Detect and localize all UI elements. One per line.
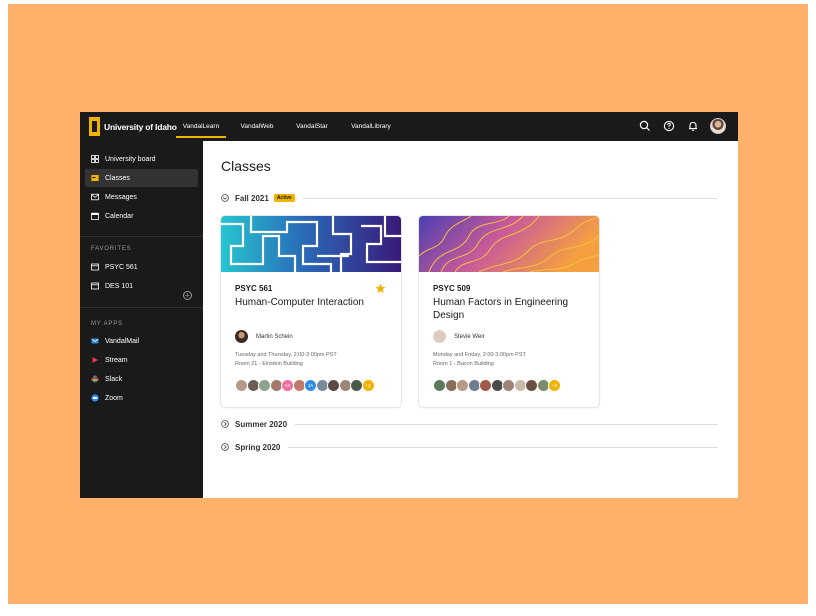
logo-text: University of Idaho <box>104 121 177 132</box>
sidebar-app-stream[interactable]: Stream <box>85 351 198 369</box>
schedule-room: Room 1 - Bacon Building <box>433 361 494 367</box>
instructor-name: Martin Schein <box>256 333 293 340</box>
schedule: Tuesday and Thursday, 2:00-3:00pm PST Ro… <box>235 351 337 369</box>
sidebar-item-label: PSYC 561 <box>105 263 138 271</box>
instructor-name: Stevie Weir <box>454 333 485 340</box>
sidebar-item-label: Zoom <box>105 394 123 402</box>
tab-vandalstar[interactable]: VandalStar <box>294 112 330 141</box>
section-divider <box>302 197 717 199</box>
classes-icon <box>91 175 99 181</box>
instructor-avatar <box>433 330 446 343</box>
sidebar-item-label: Classes <box>105 174 130 182</box>
more-participants-badge[interactable]: +3 <box>548 379 561 392</box>
section-fall-2021[interactable]: Fall 2021 Active <box>221 191 717 205</box>
window-icon <box>91 282 99 290</box>
help-icon[interactable] <box>663 120 675 132</box>
page-title: Classes <box>221 158 271 174</box>
sidebar-item-label: Slack <box>105 375 123 383</box>
user-avatar[interactable] <box>710 118 726 134</box>
more-participants-badge[interactable]: +3 <box>361 379 375 392</box>
sidebar-item-label: VandalMail <box>105 337 140 345</box>
instructor: Martin Schein <box>235 330 293 343</box>
sidebar-app-slack[interactable]: Slack <box>85 370 198 388</box>
section-spring-2020[interactable]: Spring 2020 <box>221 440 717 454</box>
schedule-time: Monday and Friday, 2:00-3:00pm PST <box>433 352 526 358</box>
bell-icon[interactable] <box>687 120 699 132</box>
status-badge: Active <box>273 194 295 202</box>
sidebar-divider <box>80 307 203 308</box>
card-banner-pattern <box>221 216 401 272</box>
calendar-icon <box>91 212 99 220</box>
tab-vandallibrary[interactable]: VandalLibrary <box>348 112 394 141</box>
sidebar-item-psyc561[interactable]: PSYC 561 <box>85 258 198 276</box>
sidebar-app-zoom[interactable]: Zoom <box>85 389 198 407</box>
sidebar-item-classes[interactable]: Classes <box>85 169 198 187</box>
search-icon[interactable] <box>639 120 651 132</box>
logo-i-icon <box>89 117 100 136</box>
section-divider <box>288 446 717 448</box>
slack-icon <box>91 375 99 383</box>
card-banner-pattern <box>419 216 599 272</box>
participants-list[interactable]: +3 <box>433 379 561 392</box>
sidebar-item-label: Messages <box>105 193 137 201</box>
sidebar-app-vandalmail[interactable]: VandalMail <box>85 332 198 350</box>
my-apps-heading: MY APPS <box>91 321 123 327</box>
sidebar-item-label: University board <box>105 155 156 163</box>
star-icon[interactable] <box>375 283 386 294</box>
section-label: Fall 2021 <box>235 193 269 203</box>
course-code: PSYC 561 <box>235 284 273 293</box>
instructor-avatar <box>235 330 248 343</box>
schedule: Monday and Friday, 2:00-3:00pm PST Room … <box>433 351 526 369</box>
grid-icon <box>91 155 99 163</box>
instructor: Stevie Weir <box>433 330 485 343</box>
app-window: University of Idaho VandalLearn VandalWe… <box>80 112 738 498</box>
top-bar: University of Idaho VandalLearn VandalWe… <box>80 112 738 141</box>
sidebar-item-label: Stream <box>105 356 128 364</box>
vandalmail-icon <box>91 338 99 344</box>
window-icon <box>91 263 99 271</box>
add-app-plus-icon[interactable]: + <box>183 291 192 300</box>
sidebar-item-des101[interactable]: DES 101 <box>85 277 198 295</box>
mail-icon <box>91 193 99 201</box>
section-label: Summer 2020 <box>235 419 288 429</box>
sidebar-item-label: Calendar <box>105 212 134 220</box>
university-logo[interactable]: University of Idaho <box>89 117 177 136</box>
sidebar-item-university-board[interactable]: University board <box>85 150 198 168</box>
sidebar-item-calendar[interactable]: Calendar <box>85 207 198 225</box>
zoom-icon <box>91 394 99 402</box>
course-title: Human Factors in Engineering Design <box>433 297 569 321</box>
participants-list[interactable]: AA JA +3 <box>235 379 375 392</box>
tab-vandalweb[interactable]: VandalWeb <box>238 112 276 141</box>
class-card-psyc509[interactable]: PSYC 509 Human Factors in Engineering De… <box>419 216 599 407</box>
sidebar-item-messages[interactable]: Messages <box>85 188 198 206</box>
sidebar-item-label: DES 101 <box>105 282 134 290</box>
stream-icon <box>92 357 98 363</box>
section-summer-2020[interactable]: Summer 2020 <box>221 417 717 431</box>
chevron-right-icon <box>221 443 229 451</box>
course-code: PSYC 509 <box>433 284 471 293</box>
sidebar: University board Classes Messages Calend… <box>80 141 203 498</box>
section-label: Spring 2020 <box>235 442 281 452</box>
class-card-psyc561[interactable]: PSYC 561 Human-Computer Interaction Mart… <box>221 216 401 407</box>
chevron-down-icon <box>221 194 229 202</box>
sidebar-divider <box>80 236 203 237</box>
course-title: Human-Computer Interaction <box>235 297 364 308</box>
favorites-heading: FAVORITES <box>91 246 132 252</box>
tab-vandallearn[interactable]: VandalLearn <box>176 112 226 141</box>
chevron-right-icon <box>221 420 229 428</box>
schedule-time: Tuesday and Thursday, 2:00-3:00pm PST <box>235 352 337 358</box>
section-divider <box>295 423 717 425</box>
schedule-room: Room 21 - Einstein Building <box>235 361 303 367</box>
